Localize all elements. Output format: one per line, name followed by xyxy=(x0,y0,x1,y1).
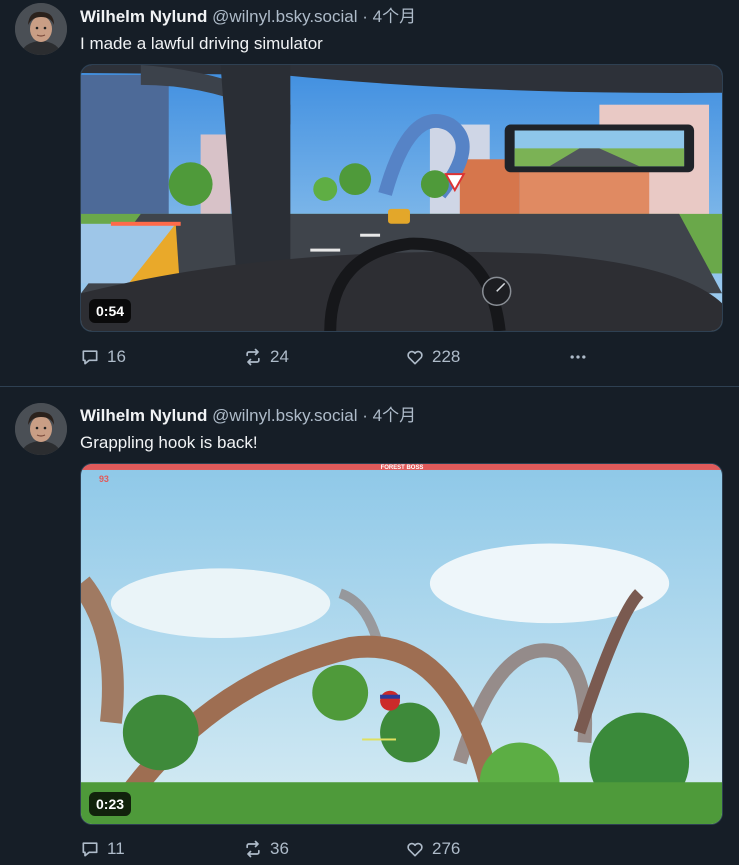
reply-button[interactable]: 16 xyxy=(80,345,126,369)
video-duration-badge: 0:54 xyxy=(89,299,132,323)
post-header: Wilhelm Nylund @wilnyl.bsky.social · 4个月 xyxy=(80,405,416,427)
repost-count: 24 xyxy=(270,347,289,366)
repost-icon xyxy=(246,348,260,366)
author-handle[interactable]: @wilnyl.bsky.social xyxy=(212,406,357,425)
repost-count: 36 xyxy=(270,839,289,858)
author-handle[interactable]: @wilnyl.bsky.social xyxy=(212,7,357,26)
reply-button[interactable]: 11 xyxy=(80,837,125,861)
post-video[interactable]: FOREST BOSS 93 0:23 xyxy=(80,463,723,825)
reply-icon xyxy=(82,842,98,857)
header-separator: · xyxy=(362,7,368,26)
hud-boss-title: FOREST BOSS xyxy=(381,465,424,471)
post-timestamp[interactable]: 4个月 xyxy=(373,406,416,425)
feed-post[interactable]: Wilhelm Nylund @wilnyl.bsky.social · 4个月… xyxy=(0,0,739,386)
reply-count: 16 xyxy=(107,347,126,366)
post-header: Wilhelm Nylund @wilnyl.bsky.social · 4个月 xyxy=(80,6,416,28)
repost-button[interactable]: 24 xyxy=(243,345,289,369)
like-button[interactable]: 228 xyxy=(405,345,460,369)
post-text: Grappling hook is back! xyxy=(80,433,258,452)
hud-score: 93 xyxy=(99,474,109,484)
author-avatar[interactable] xyxy=(15,403,67,455)
video-frame-driving xyxy=(81,65,722,331)
like-button[interactable]: 276 xyxy=(405,837,460,861)
more-icon xyxy=(570,355,586,359)
like-count: 228 xyxy=(432,347,461,366)
repost-button[interactable]: 36 xyxy=(243,837,289,861)
more-options-button[interactable] xyxy=(568,345,588,369)
like-icon xyxy=(407,842,423,857)
author-name[interactable]: Wilhelm Nylund xyxy=(80,7,207,26)
header-separator: · xyxy=(362,406,368,425)
like-icon xyxy=(407,350,423,365)
post-text: I made a lawful driving simulator xyxy=(80,34,323,53)
post-video[interactable]: 0:54 xyxy=(80,64,723,332)
reply-icon xyxy=(82,350,98,365)
author-name[interactable]: Wilhelm Nylund xyxy=(80,406,207,425)
post-actions: 16 24 228 xyxy=(80,345,600,369)
post-timestamp[interactable]: 4个月 xyxy=(373,7,416,26)
author-avatar[interactable] xyxy=(15,3,67,55)
reply-count: 11 xyxy=(107,839,125,858)
like-count: 276 xyxy=(432,839,461,858)
video-duration-badge: 0:23 xyxy=(89,792,132,816)
video-frame-forest: FOREST BOSS 93 xyxy=(81,464,722,824)
post-actions: 11 36 276 xyxy=(80,837,600,861)
repost-icon xyxy=(246,840,260,858)
feed-post[interactable]: Wilhelm Nylund @wilnyl.bsky.social · 4个月… xyxy=(0,387,739,865)
